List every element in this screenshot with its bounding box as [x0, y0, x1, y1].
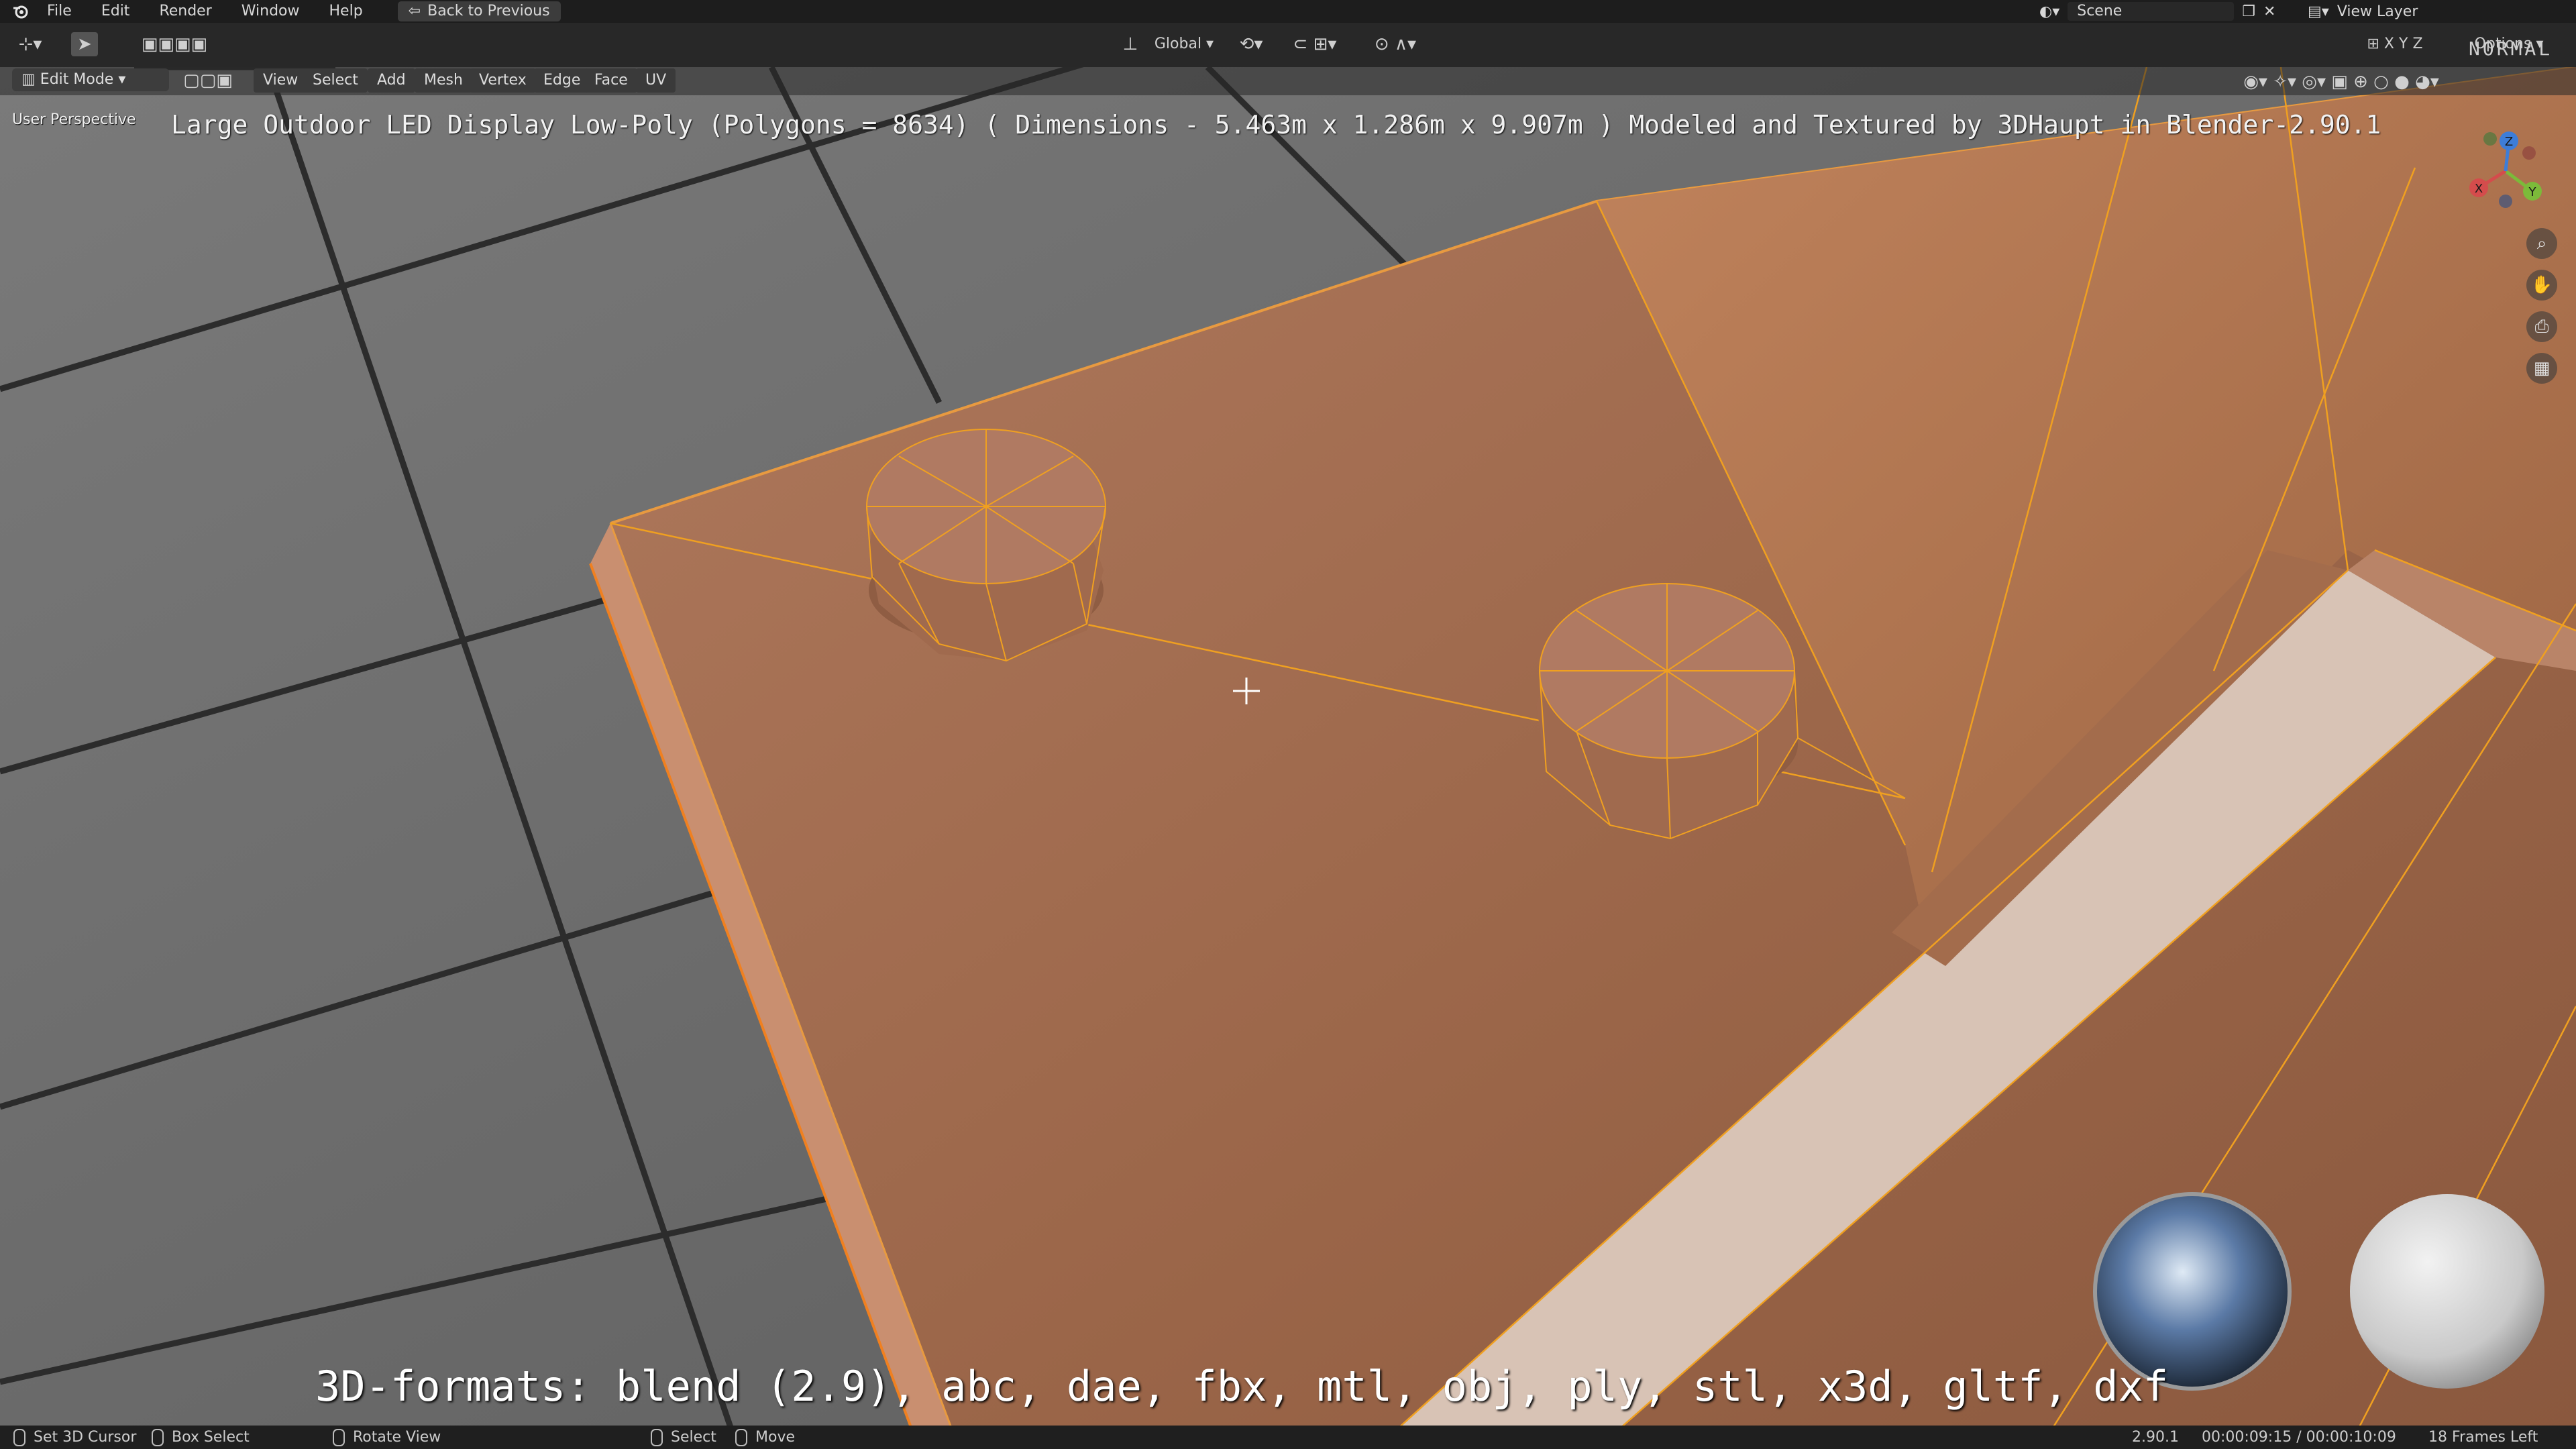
material-preview-ball — [2350, 1194, 2544, 1389]
blender-window: File Edit Render Window Help ⇦ Back to P… — [0, 0, 2576, 1449]
blender-logo-icon[interactable] — [9, 0, 32, 23]
status-frames-left: 18 Frames Left — [2428, 1429, 2538, 1446]
edit-mode-icon: ▥ — [21, 71, 36, 88]
scene-name-field[interactable]: Scene — [2068, 2, 2235, 21]
model-title-overlay: Large Outdoor LED Display Low-Poly (Poly… — [171, 110, 2381, 140]
formats-overlay: 3D-formats: blend (2.9), abc, dae, fbx, … — [315, 1362, 2169, 1411]
zoom-icon[interactable]: ⌕ — [2526, 228, 2557, 259]
status-rotate-view: Rotate View — [333, 1426, 441, 1449]
3d-viewport[interactable]: Y X Z ⌕ ✋ ⎙ ▦ — [0, 67, 2576, 1426]
select-mode-icons[interactable]: ▣▣▣▣ — [121, 32, 228, 56]
menu-help[interactable]: Help — [315, 0, 378, 23]
selection-mode-icons[interactable]: ▢▢▣ — [168, 68, 248, 93]
menu-edge[interactable]: Edge — [534, 68, 590, 93]
status-box-select: Box Select — [152, 1426, 250, 1449]
menu-select[interactable]: Select — [303, 68, 368, 93]
editor-type-icon[interactable]: ⊹▾ — [13, 32, 47, 56]
status-time: 00:00:09:15 / 00:00:10:09 — [2202, 1429, 2396, 1446]
menu-uv[interactable]: UV — [636, 68, 676, 93]
delete-scene-icon[interactable]: ✕ — [2263, 3, 2275, 20]
menu-edit[interactable]: Edit — [87, 0, 145, 23]
mounting-knob-left — [866, 429, 1106, 662]
menu-vertex[interactable]: Vertex — [470, 68, 536, 93]
mouse-middle-icon — [333, 1429, 345, 1446]
view-layer-selector[interactable]: ▤▾ View Layer — [2308, 1, 2418, 21]
tool-header: ⊹▾ ➤ ▣▣▣▣ ⊥ Global ▾ ⟲▾ ⊂ ⊞▾ ⊙ ∧▾ NORMAL… — [0, 23, 2576, 67]
snap-icon[interactable]: ⊂ ⊞▾ — [1281, 32, 1348, 56]
pivot-icon[interactable]: ⟲▾ — [1234, 32, 1268, 56]
status-select: Select — [651, 1426, 716, 1449]
options-dropdown[interactable]: Options ▾ — [2455, 32, 2563, 56]
viewport-scene — [0, 67, 2576, 1426]
gizmo-y-label: Y — [2528, 185, 2537, 199]
view-layer-name[interactable]: View Layer — [2337, 3, 2418, 20]
view-layer-icon: ▤▾ — [2308, 3, 2329, 20]
menu-mesh[interactable]: Mesh — [415, 68, 472, 93]
view-name-label: User Perspective — [12, 111, 136, 128]
status-version: 2.90.1 — [2132, 1429, 2179, 1446]
select-tool-icon[interactable]: ➤ — [71, 32, 98, 56]
scene-icon: ◐▾ — [2039, 3, 2060, 20]
back-icon: ⇦ — [408, 3, 421, 19]
viewport-shading-icons[interactable]: ◉▾ ✧▾ ◎▾ ▣ ⊕ ○ ● ◕▾ — [2214, 70, 2469, 94]
mode-label: Edit Mode — [40, 71, 114, 88]
transform-orientation-icon: ⊥ — [1122, 34, 1138, 54]
pan-hand-icon[interactable]: ✋ — [2526, 270, 2557, 301]
back-to-previous-button[interactable]: ⇦ Back to Previous — [397, 1, 561, 21]
status-set-cursor: Set 3D Cursor — [13, 1426, 136, 1449]
camera-view-icon[interactable]: ⎙ — [2526, 311, 2557, 342]
scene-selector[interactable]: ◐▾ Scene ❐ ✕ — [2039, 1, 2294, 21]
gizmo-z-label: Z — [2505, 135, 2513, 149]
status-bar: Set 3D Cursor Box Select Rotate View Sel… — [0, 1426, 2576, 1449]
menu-add[interactable]: Add — [368, 68, 415, 93]
top-menu-bar: File Edit Render Window Help ⇦ Back to P… — [0, 0, 2576, 23]
status-move: Move — [735, 1426, 795, 1449]
menu-file[interactable]: File — [32, 0, 87, 23]
hdri-preview-ball — [2093, 1192, 2292, 1391]
menu-render[interactable]: Render — [144, 0, 226, 23]
back-button-label: Back to Previous — [427, 3, 550, 19]
mouse-left-icon — [13, 1429, 25, 1446]
proportional-edit-icon[interactable]: ⊙ ∧▾ — [1362, 32, 1429, 56]
mouse-drag-icon — [152, 1429, 164, 1446]
menu-window[interactable]: Window — [227, 0, 315, 23]
mode-dropdown[interactable]: ▥ Edit Mode ▾ — [12, 68, 169, 91]
menu-face[interactable]: Face — [585, 68, 637, 93]
axis-toggle-icons[interactable]: ⊞ X Y Z — [2348, 32, 2442, 56]
mouse-drag-right-icon — [735, 1429, 747, 1446]
new-scene-icon[interactable]: ❐ — [2242, 3, 2255, 20]
menu-view[interactable]: View — [254, 68, 308, 93]
orientation-dropdown[interactable]: Global ▾ — [1140, 32, 1228, 56]
mouse-right-icon — [651, 1429, 663, 1446]
ortho-grid-icon[interactable]: ▦ — [2526, 353, 2557, 384]
navigation-gizmo[interactable]: Y X Z — [2455, 121, 2556, 221]
gizmo-x-label: X — [2475, 182, 2483, 196]
